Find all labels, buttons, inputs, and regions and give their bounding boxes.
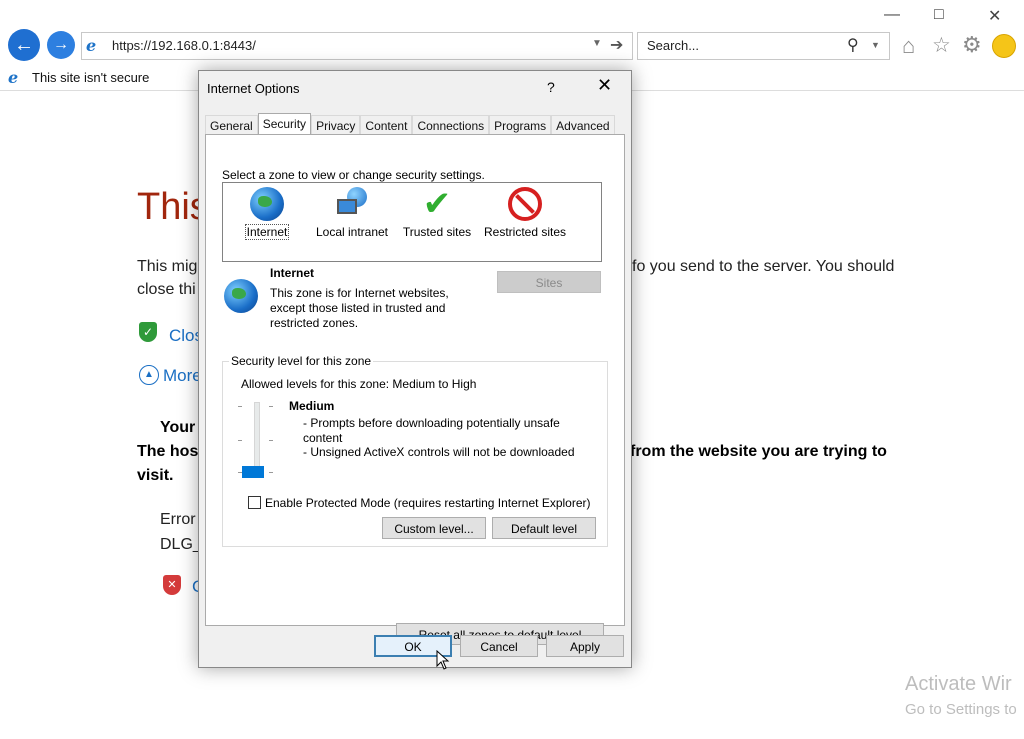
security-tab-panel: Select a zone to view or change security… <box>205 134 625 645</box>
error-desc-line2: close thi <box>137 281 196 298</box>
zone-desc-line1: This zone is for Internet websites, <box>270 286 449 300</box>
protected-mode-checkbox[interactable] <box>248 496 261 509</box>
favorites-star-icon[interactable]: ☆ <box>932 33 951 58</box>
security-level-group: Security level for this zone Allowed lev… <box>222 354 608 547</box>
restricted-no-entry-icon <box>508 187 542 221</box>
error-your-text: Your <box>160 419 196 436</box>
zone-local-intranet[interactable]: Local intranet <box>313 187 391 239</box>
error-label: Error <box>160 511 196 528</box>
protected-mode-label[interactable]: Enable Protected Mode (requires restarti… <box>265 496 591 510</box>
internet-options-dialog: Internet Options ? ✕ General Security Pr… <box>198 70 632 668</box>
maximize-icon[interactable]: □ <box>934 6 944 24</box>
more-information-link[interactable]: More <box>163 366 202 386</box>
minimize-icon[interactable]: — <box>884 6 900 24</box>
security-slider-thumb[interactable] <box>242 466 264 478</box>
tab-advanced[interactable]: Advanced <box>551 115 615 136</box>
tab-privacy[interactable]: Privacy <box>311 115 361 136</box>
expand-info-icon[interactable]: ▲ <box>139 365 159 385</box>
level-desc-3: - Unsigned ActiveX controls will not be … <box>303 445 575 459</box>
window-close-icon[interactable]: ✕ <box>988 6 1001 26</box>
security-level-label: Security level for this zone <box>229 354 374 368</box>
trusted-checkmark-icon: ✔ <box>422 185 452 223</box>
selected-zone-globe-icon <box>224 279 258 313</box>
internet-globe-icon <box>250 187 284 221</box>
address-dropdown-icon[interactable]: ▼ <box>592 38 602 49</box>
zone-restricted-sites[interactable]: Restricted sites <box>481 187 569 239</box>
mouse-cursor-icon <box>436 650 450 670</box>
custom-level-button[interactable]: Custom level... <box>382 517 486 539</box>
activate-windows-title: Activate Wir <box>905 673 1012 695</box>
level-desc-2: content <box>303 431 343 445</box>
security-slider-track[interactable] <box>254 402 260 474</box>
dialog-tabs: General Security Privacy Content Connect… <box>205 113 615 136</box>
forward-button[interactable]: → <box>47 31 75 59</box>
error-desc-right: fo you send to the server. You should <box>632 258 895 275</box>
dialog-close-icon[interactable]: ✕ <box>597 75 612 96</box>
error-code: DLG_ <box>160 536 202 553</box>
tab-title[interactable]: This site isn't secure <box>32 70 149 85</box>
level-name: Medium <box>289 399 335 413</box>
tab-content[interactable]: Content <box>360 115 413 136</box>
error-host-right: from the website you are trying to <box>630 443 887 460</box>
help-icon[interactable]: ? <box>547 79 555 95</box>
sites-button[interactable]: Sites <box>497 271 601 293</box>
error-desc-left: This mig <box>137 258 198 275</box>
default-level-button[interactable]: Default level <box>492 517 596 539</box>
feedback-smiley-icon[interactable] <box>992 34 1016 58</box>
go-arrow-icon[interactable]: ➔ <box>610 35 623 55</box>
zone-trusted-sites[interactable]: ✔ Trusted sites <box>401 187 473 239</box>
allowed-levels-text: Allowed levels for this zone: Medium to … <box>241 377 477 391</box>
level-desc-1: - Prompts before downloading potentially… <box>303 416 560 430</box>
tab-security[interactable]: Security <box>257 113 312 136</box>
tab-programs[interactable]: Programs <box>489 115 552 136</box>
apply-button[interactable]: Apply <box>546 635 624 657</box>
search-icon[interactable]: ⚲ <box>847 35 859 55</box>
settings-gear-icon[interactable]: ⚙ <box>962 32 982 58</box>
home-icon[interactable]: ⌂ <box>902 33 915 59</box>
selected-zone-name: Internet <box>270 266 315 280</box>
zone-desc-line3: restricted zones. <box>270 316 359 330</box>
tab-ie-icon: e <box>8 68 19 87</box>
address-text[interactable]: https://192.168.0.1:8443/ <box>112 38 256 53</box>
cancel-button[interactable]: Cancel <box>460 635 538 657</box>
shield-check-icon: ✓ <box>139 322 157 342</box>
shield-x-icon: ✕ <box>163 575 181 595</box>
ie-page-icon: e <box>86 36 97 55</box>
dialog-title: Internet Options <box>207 81 300 96</box>
zone-prompt: Select a zone to view or change security… <box>222 168 485 182</box>
back-button[interactable]: ← <box>8 29 40 61</box>
zone-list: Internet Local intranet ✔ Trusted sites … <box>222 182 602 262</box>
zone-internet[interactable]: Internet <box>239 187 295 240</box>
error-visit: visit. <box>137 467 174 484</box>
tab-general[interactable]: General <box>205 115 258 136</box>
tab-connections[interactable]: Connections <box>412 115 490 136</box>
search-dropdown-icon[interactable]: ▼ <box>871 40 880 50</box>
error-host-left: The hos <box>137 443 199 460</box>
activate-windows-subtitle: Go to Settings to <box>905 701 1017 718</box>
local-intranet-icon <box>335 187 369 221</box>
search-input[interactable]: Search... <box>647 38 699 53</box>
zone-desc-line2: except those listed in trusted and <box>270 301 446 315</box>
